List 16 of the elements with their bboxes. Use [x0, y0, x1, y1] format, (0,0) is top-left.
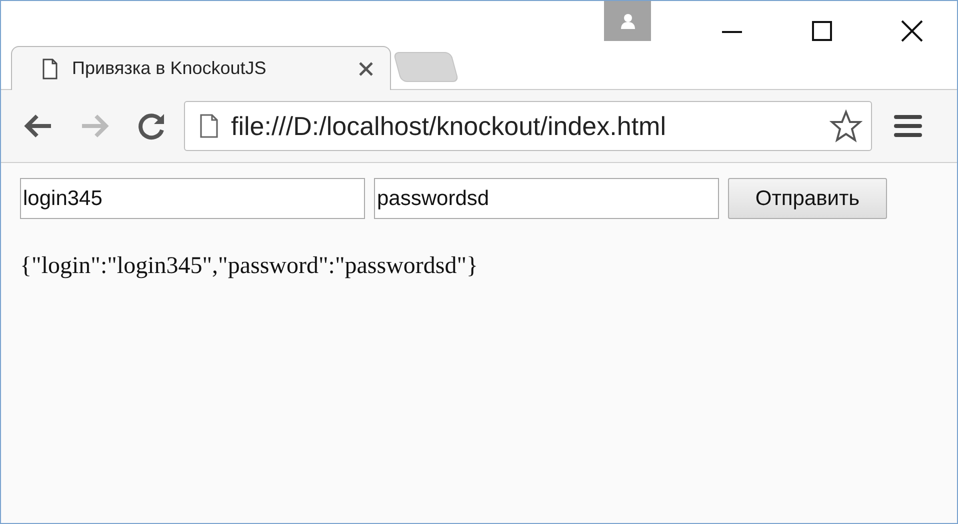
person-icon — [618, 12, 636, 30]
login-field[interactable]: login345 — [20, 178, 365, 219]
submit-button[interactable]: Отправить — [728, 178, 887, 219]
json-output: {"login":"login345","password":"passwordsd"} — [20, 253, 478, 280]
maximize-icon[interactable] — [810, 19, 834, 43]
close-icon[interactable] — [358, 60, 374, 76]
star-icon[interactable] — [829, 109, 863, 143]
tab-title: Привязка в KnockoutJS — [72, 58, 268, 79]
page-icon — [42, 58, 58, 80]
close-icon[interactable] — [900, 19, 924, 43]
password-field[interactable]: passwordsd — [374, 178, 719, 219]
page-icon — [199, 113, 219, 139]
address-bar[interactable]: file:///D:/localhost/knockout/index.html — [184, 101, 872, 151]
url-text: file:///D:/localhost/knockout/index.html — [231, 110, 667, 142]
menu-icon[interactable] — [894, 113, 922, 139]
browser-tab[interactable]: Привязка в KnockoutJS — [11, 46, 391, 90]
